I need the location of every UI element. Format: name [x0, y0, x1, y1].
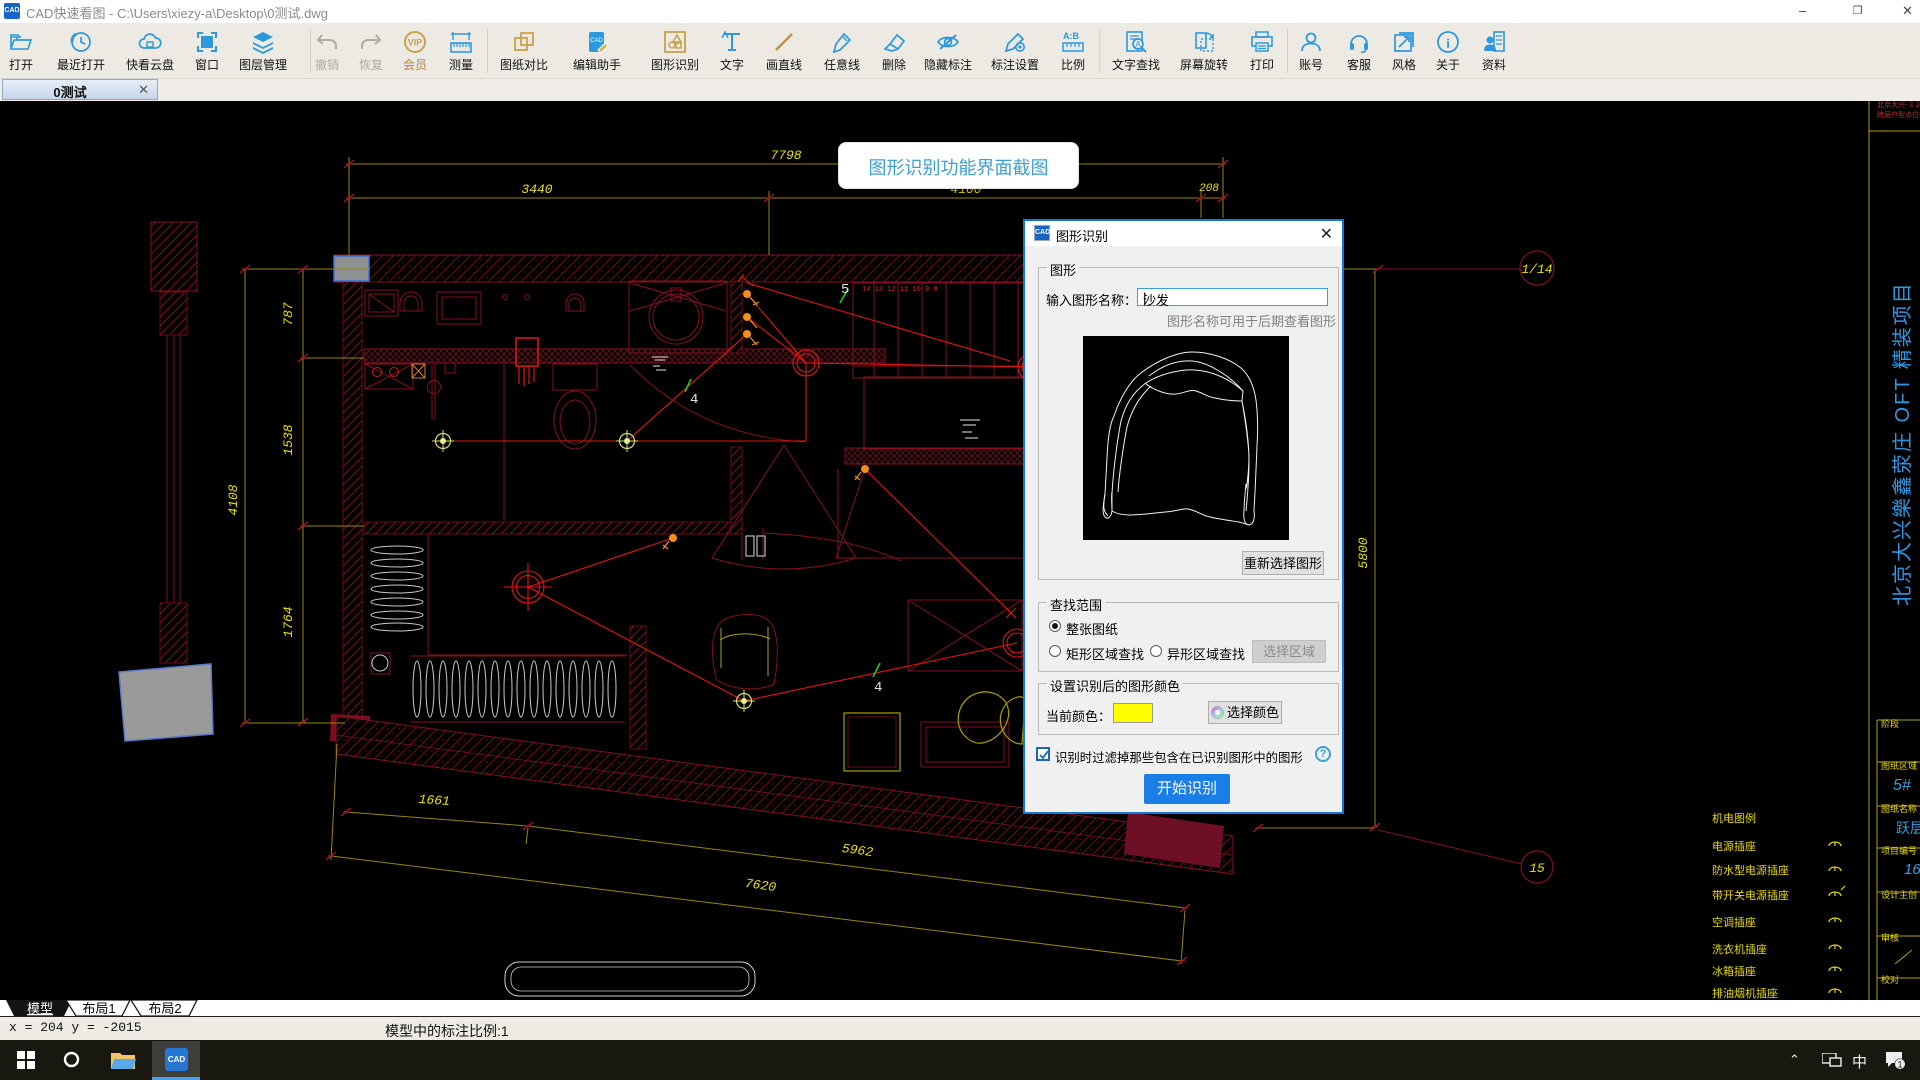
svg-text:1: 1 [1897, 1060, 1902, 1070]
svg-text:4: 4 [690, 392, 698, 408]
svg-text:16: 16 [1904, 861, 1920, 878]
svg-text:机电图例: 机电图例 [1712, 811, 1756, 825]
svg-text:A: A [1135, 40, 1141, 49]
svg-text:项目编号: 项目编号 [1881, 845, 1917, 856]
svg-text:模型: 模型 [27, 1001, 53, 1016]
svg-text:防水型电源插座: 防水型电源插座 [1712, 863, 1789, 877]
svg-text:VIP: VIP [408, 38, 423, 48]
svg-text:带开关电源插座: 带开关电源插座 [1712, 888, 1789, 902]
svg-text:洗衣机插座: 洗衣机插座 [1712, 942, 1767, 956]
svg-text:图纸区域: 图纸区域 [1881, 760, 1917, 771]
svg-text:A:B: A:B [1063, 31, 1079, 41]
svg-text:北京大兴-３２ 机电图纸: 北京大兴-３２ 机电图纸 [1877, 101, 1920, 109]
svg-text:布局2: 布局2 [148, 1001, 181, 1016]
svg-text:15: 15 [1529, 861, 1545, 876]
svg-text:CAD: CAD [590, 38, 603, 44]
svg-text:1661: 1661 [418, 792, 450, 809]
svg-text:电源插座: 电源插座 [1712, 839, 1756, 853]
svg-text:校对: 校对 [1881, 974, 1899, 985]
svg-text:1/14: 1/14 [1521, 262, 1552, 277]
svg-text:排油烟机插座: 排油烟机插座 [1712, 986, 1778, 1000]
svg-text:4108: 4108 [226, 484, 241, 515]
svg-text:北京大兴樂鑫荥庄 OFT 精装项目: 北京大兴樂鑫荥庄 OFT 精装项目 [1891, 281, 1914, 606]
svg-text:1764: 1764 [281, 606, 296, 637]
svg-text:冰箱插座: 冰箱插座 [1712, 964, 1756, 978]
svg-text:5#: 5# [1893, 777, 1912, 794]
svg-text:空调插座: 空调插座 [1712, 915, 1756, 929]
svg-text:i: i [1446, 36, 1450, 51]
svg-text:5: 5 [841, 282, 849, 298]
svg-text:14 13 12 11 10 9 8: 14 13 12 11 10 9 8 [862, 286, 938, 294]
svg-text:布局1: 布局1 [82, 1001, 115, 1016]
svg-text:跃层: 跃层 [1896, 820, 1920, 836]
svg-text:787: 787 [281, 302, 296, 326]
svg-text:1538: 1538 [281, 424, 296, 455]
svg-text:图纸名称: 图纸名称 [1881, 803, 1917, 814]
svg-text:5800: 5800 [1356, 537, 1371, 568]
svg-text:7798: 7798 [770, 148, 801, 163]
svg-text:跨层户型点位布置图: 跨层户型点位布置图 [1877, 110, 1920, 119]
svg-text:4: 4 [874, 680, 882, 696]
svg-text:208: 208 [1199, 183, 1219, 195]
svg-text:3440: 3440 [521, 182, 552, 197]
svg-text:设计主创: 设计主创 [1881, 889, 1917, 900]
svg-text:审核: 审核 [1881, 932, 1899, 943]
svg-text:阶段: 阶段 [1881, 718, 1899, 729]
